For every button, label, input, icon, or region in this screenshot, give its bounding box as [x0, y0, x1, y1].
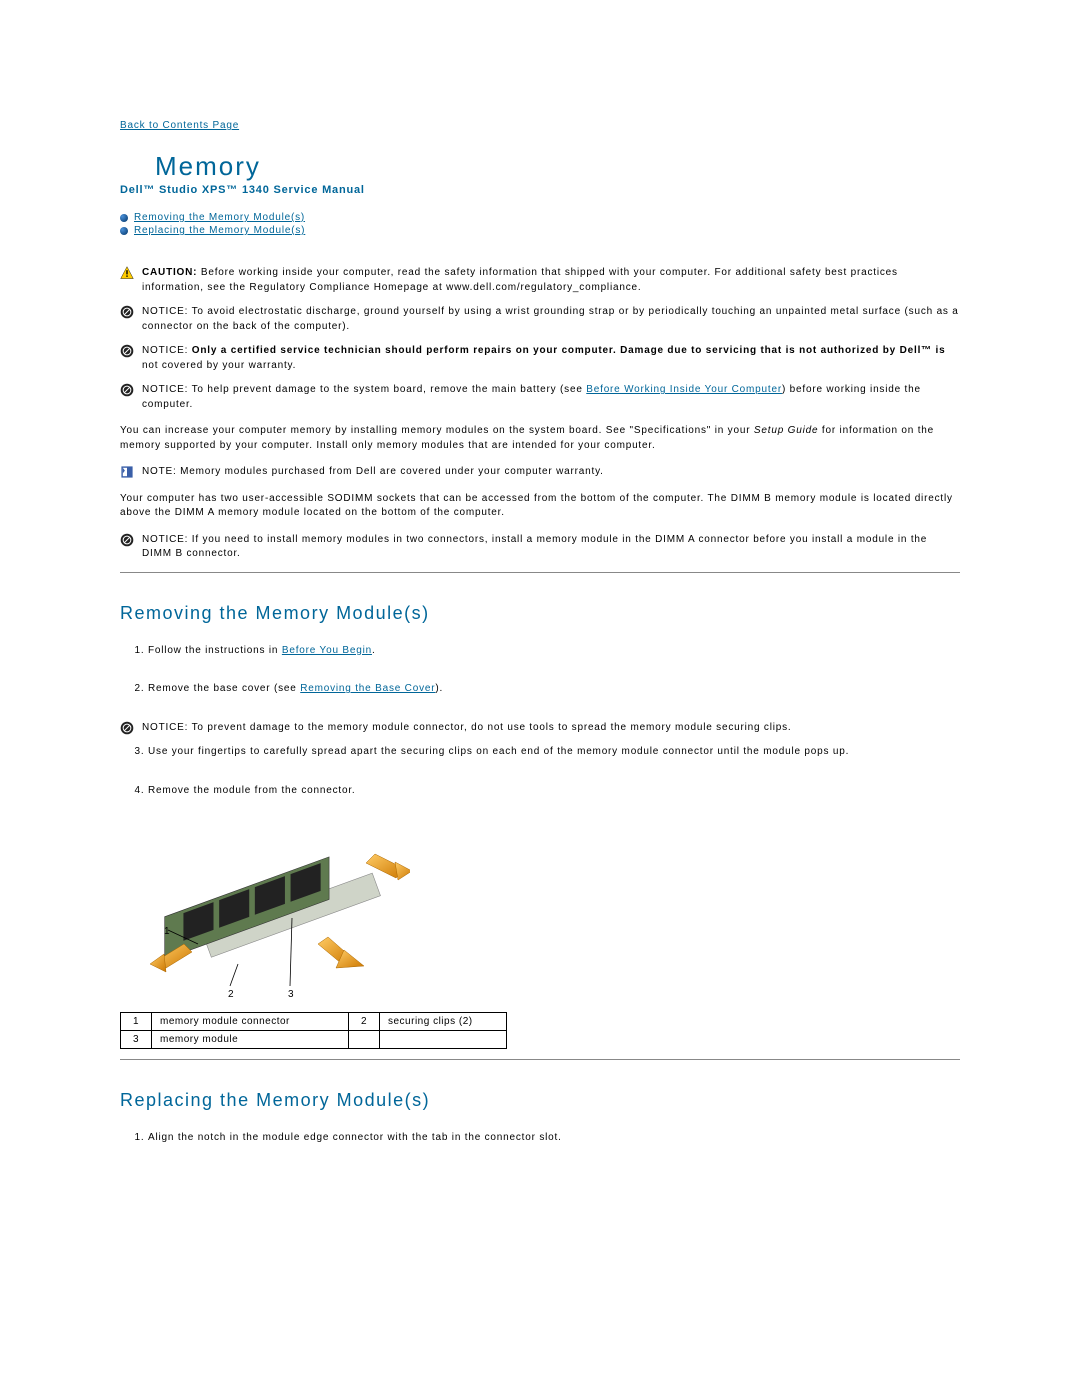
caution-label: CAUTION: — [142, 267, 197, 278]
memory-module-diagram: 1 2 3 — [150, 822, 410, 1002]
steps-removing: Follow the instructions in Before You Be… — [120, 644, 960, 697]
notice-block-4: NOTICE: If you need to install memory mo… — [120, 533, 960, 562]
note-icon — [120, 465, 134, 479]
steps-removing-cont: Use your fingertips to carefully spread … — [120, 745, 960, 798]
cell-2l: securing clips (2) — [380, 1013, 507, 1031]
step-1: Follow the instructions in Before You Be… — [148, 644, 960, 659]
cell-empty-l — [380, 1031, 507, 1049]
toc-link-removing[interactable]: Removing the Memory Module(s) — [134, 212, 305, 223]
cell-2n: 2 — [349, 1013, 380, 1031]
note-body-1: Memory modules purchased from Dell are c… — [180, 466, 604, 477]
notice-label-3: NOTICE: — [142, 384, 188, 395]
notice-block-5: NOTICE: To prevent damage to the memory … — [120, 721, 960, 736]
before-you-begin-link[interactable]: Before You Begin — [282, 645, 372, 656]
notice-icon — [120, 721, 134, 735]
caution-body: Before working inside your computer, rea… — [142, 267, 898, 293]
step-2: Remove the base cover (see Removing the … — [148, 682, 960, 697]
notice-block-3: NOTICE: To help prevent damage to the sy… — [120, 383, 960, 412]
note-label-1: NOTE: — [142, 466, 177, 477]
toc: Removing the Memory Module(s) Replacing … — [120, 212, 960, 236]
notice-body-4: If you need to install memory modules in… — [142, 534, 927, 560]
divider — [120, 572, 960, 573]
cell-1n: 1 — [121, 1013, 152, 1031]
notice-icon — [120, 305, 134, 319]
cell-empty-n — [349, 1031, 380, 1049]
para-1: You can increase your computer memory by… — [120, 424, 960, 453]
diagram-label-3: 3 — [288, 989, 294, 1000]
divider — [120, 1059, 960, 1060]
bullet-icon — [120, 214, 128, 222]
notice-body-3-pre: To help prevent damage to the system boa… — [192, 384, 587, 395]
diagram-label-2: 2 — [228, 989, 234, 1000]
para-1-italic: Setup Guide — [754, 425, 818, 436]
notice-icon — [120, 344, 134, 358]
removing-base-cover-link[interactable]: Removing the Base Cover — [300, 683, 435, 694]
back-to-contents-link[interactable]: Back to Contents Page — [120, 120, 239, 131]
notice-label-5: NOTICE: — [142, 722, 188, 733]
step2-pre: Remove the base cover (see — [148, 683, 300, 694]
notice-text-5: NOTICE: To prevent damage to the memory … — [142, 721, 960, 736]
note-block-1: NOTE: Memory modules purchased from Dell… — [120, 465, 960, 480]
notice-body-2b: not covered by your warranty. — [142, 360, 296, 371]
notice-label-2: NOTICE: — [142, 345, 188, 356]
table-row: 3 memory module — [121, 1031, 507, 1049]
subtitle: Dell™ Studio XPS™ 1340 Service Manual — [120, 184, 960, 196]
notice-icon — [120, 383, 134, 397]
cell-3n: 3 — [121, 1031, 152, 1049]
notice-block-1: NOTICE: To avoid electrostatic discharge… — [120, 305, 960, 334]
step2-post: ). — [435, 683, 443, 694]
page-title: Memory — [155, 151, 960, 182]
notice-label-1: NOTICE: — [142, 306, 188, 317]
para-1-pre: You can increase your computer memory by… — [120, 425, 754, 436]
notice-text-3: NOTICE: To help prevent damage to the sy… — [142, 383, 960, 412]
section-heading-removing: Removing the Memory Module(s) — [120, 603, 960, 624]
bullet-icon — [120, 227, 128, 235]
caution-block: CAUTION: Before working inside your comp… — [120, 266, 960, 295]
notice-body-1: To avoid electrostatic discharge, ground… — [142, 306, 959, 332]
notice-label-4: NOTICE: — [142, 534, 188, 545]
caution-icon — [120, 266, 134, 280]
step-3: Use your fingertips to carefully spread … — [148, 745, 960, 760]
note-text-1: NOTE: Memory modules purchased from Dell… — [142, 465, 960, 480]
caution-text: CAUTION: Before working inside your comp… — [142, 266, 960, 295]
section-heading-replacing: Replacing the Memory Module(s) — [120, 1090, 960, 1111]
para-2: Your computer has two user-accessible SO… — [120, 492, 960, 521]
notice-icon — [120, 533, 134, 547]
diagram-label-1: 1 — [164, 926, 170, 937]
notice-body-2a: Only a certified service technician shou… — [192, 345, 946, 356]
callout-table: 1 memory module connector 2 securing cli… — [120, 1012, 507, 1049]
step-4: Remove the module from the connector. — [148, 784, 960, 799]
table-row: 1 memory module connector 2 securing cli… — [121, 1013, 507, 1031]
step1-post: . — [372, 645, 376, 656]
toc-item-removing: Removing the Memory Module(s) — [120, 212, 960, 223]
toc-link-replacing[interactable]: Replacing the Memory Module(s) — [134, 225, 305, 236]
steps-replacing: Align the notch in the module edge conne… — [120, 1131, 960, 1146]
cell-1l: memory module connector — [152, 1013, 349, 1031]
notice-text-1: NOTICE: To avoid electrostatic discharge… — [142, 305, 960, 334]
toc-item-replacing: Replacing the Memory Module(s) — [120, 225, 960, 236]
cell-3l: memory module — [152, 1031, 349, 1049]
notice-text-2: NOTICE: Only a certified service technic… — [142, 344, 960, 373]
step1-pre: Follow the instructions in — [148, 645, 282, 656]
replace-step-1: Align the notch in the module edge conne… — [148, 1131, 960, 1146]
notice-text-4: NOTICE: If you need to install memory mo… — [142, 533, 960, 562]
notice-body-5: To prevent damage to the memory module c… — [192, 722, 792, 733]
before-working-link[interactable]: Before Working Inside Your Computer — [586, 384, 782, 395]
notice-block-2: NOTICE: Only a certified service technic… — [120, 344, 960, 373]
